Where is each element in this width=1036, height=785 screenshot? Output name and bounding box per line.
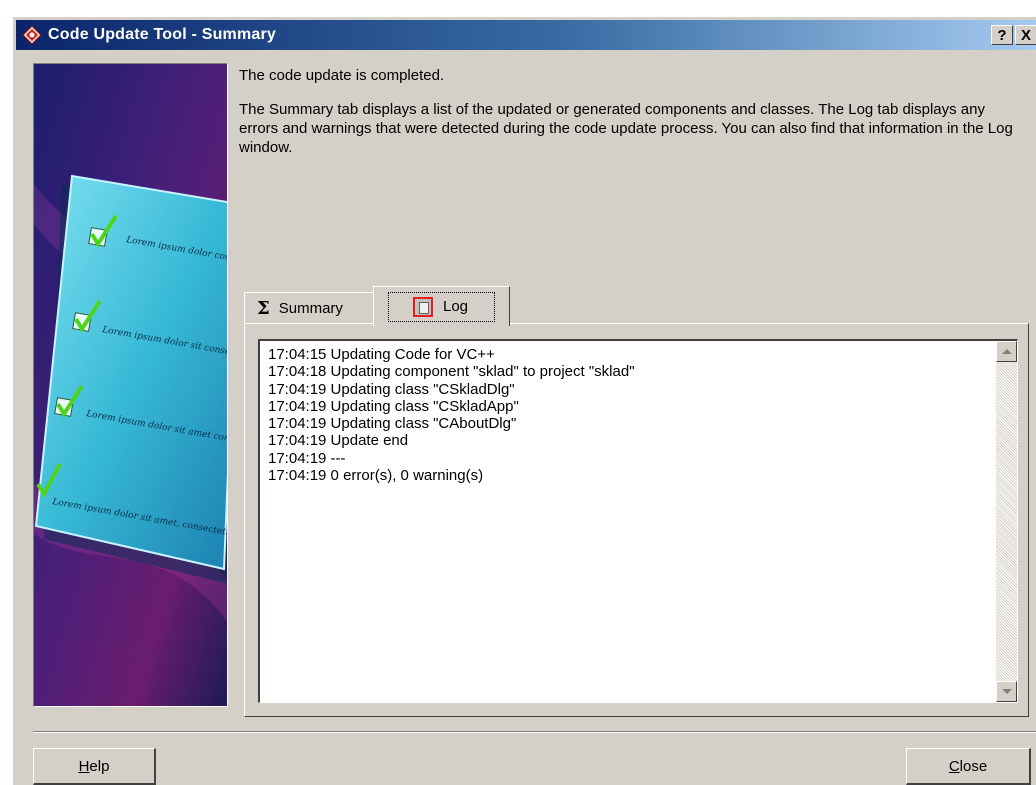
intro-text: The code update is completed. The Summar… xyxy=(239,66,1019,157)
title-bar[interactable]: Code Update Tool - Summary ? X xyxy=(16,20,1036,50)
arrow-down-icon xyxy=(1002,689,1012,694)
log-scrollbar[interactable] xyxy=(996,341,1017,702)
log-line: 17:04:19 0 error(s), 0 warning(s) xyxy=(268,467,484,485)
help-mnemonic: H xyxy=(78,757,90,775)
tab-log-focus: Log xyxy=(387,291,496,322)
window-title: Code Update Tool - Summary xyxy=(48,26,277,43)
log-icon xyxy=(412,296,433,317)
log-line: 17:04:18 Updating component "sklad" to p… xyxy=(268,363,635,381)
app-icon xyxy=(22,25,42,45)
help-button[interactable]: Help xyxy=(33,748,156,785)
side-illustration: Lorem ipsum dolor consectetuer adipis Lo… xyxy=(34,64,227,706)
log-line: 17:04:19 Updating class "CSkladDlg" xyxy=(268,380,515,398)
log-tab-panel: 17:04:15 Updating Code for VC++ 17:04:18… xyxy=(244,323,1029,717)
log-line: 17:04:19 --- xyxy=(268,449,346,467)
tab-log[interactable]: Log xyxy=(373,286,510,326)
help-title-button[interactable]: ? xyxy=(991,25,1013,45)
log-line: 17:04:15 Updating Code for VC++ xyxy=(268,346,495,363)
button-separator xyxy=(33,731,1036,733)
close-button[interactable]: Close xyxy=(906,748,1031,785)
arrow-up-icon xyxy=(1002,349,1012,354)
log-line: 17:04:19 Updating class "CSkladApp" xyxy=(268,397,519,415)
log-line: 17:04:19 Update end xyxy=(268,432,409,450)
sigma-icon: Σ xyxy=(257,298,270,319)
completion-message: The code update is completed. xyxy=(239,67,445,84)
tab-summary-label: Summary xyxy=(278,300,343,317)
log-output[interactable]: 17:04:15 Updating Code for VC++ 17:04:18… xyxy=(258,339,1018,703)
scroll-down-button[interactable] xyxy=(996,681,1017,702)
tab-summary[interactable]: Σ Summary xyxy=(244,292,374,324)
tab-log-label: Log xyxy=(442,298,469,315)
close-title-button[interactable]: X xyxy=(1015,25,1036,45)
close-mnemonic: C xyxy=(948,757,960,775)
code-update-tool-window: Code Update Tool - Summary ? X The code … xyxy=(12,16,1036,785)
close-label-rest: lose xyxy=(959,757,988,775)
log-line: 17:04:19 Updating class "CAboutDlg" xyxy=(268,415,517,433)
log-lines: 17:04:15 Updating Code for VC++ 17:04:18… xyxy=(268,346,988,484)
intro-paragraph: The Summary tab displays a list of the u… xyxy=(239,101,1013,156)
scroll-up-button[interactable] xyxy=(996,341,1017,362)
help-label-rest: elp xyxy=(89,757,110,775)
wizard-side-image: Lorem ipsum dolor consectetuer adipis Lo… xyxy=(33,63,228,707)
